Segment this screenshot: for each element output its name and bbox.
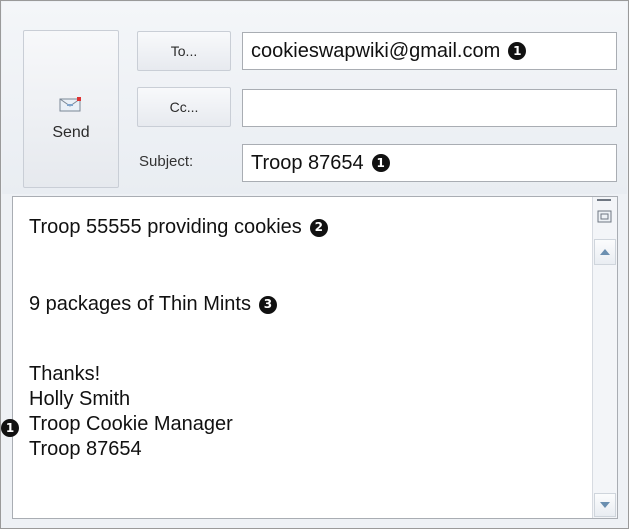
scroll-down-button[interactable] — [594, 493, 616, 517]
message-body[interactable]: Troop 55555 providing cookies 2 9 packag… — [12, 196, 618, 519]
callout-badge: 1 — [1, 419, 19, 437]
compose-window: Send To... Cc... Subject: cookieswapwiki… — [0, 0, 629, 529]
body-line-text: Troop Cookie Manager — [29, 413, 233, 435]
message-body-text: Troop 55555 providing cookies 2 9 packag… — [29, 215, 569, 462]
subject-field-value: Troop 87654 — [251, 151, 364, 174]
send-label: Send — [52, 123, 90, 141]
body-line: Thanks! — [29, 362, 569, 387]
callout-badge: 1 — [371, 154, 390, 172]
to-field-value: cookieswapwiki@gmail.com — [251, 39, 501, 62]
body-line-text: Troop 87654 — [29, 438, 142, 460]
body-line: 9 packages of Thin Mints 3 — [29, 292, 569, 317]
body-line: Troop 55555 providing cookies 2 — [29, 215, 569, 240]
body-line: Holly Smith — [29, 387, 569, 412]
scroll-grip — [597, 199, 611, 201]
card-icon — [597, 209, 613, 230]
body-line: Troop Cookie Manager — [29, 412, 569, 437]
scroll-up-button[interactable] — [594, 239, 616, 265]
body-line-text: Thanks! — [29, 363, 101, 385]
callout-badge: 1 — [508, 42, 527, 60]
body-line-text: Troop 55555 providing cookies — [29, 216, 302, 238]
subject-label: Subject: — [139, 153, 194, 170]
body-line-text: Holly Smith — [29, 388, 131, 410]
vertical-scrollbar[interactable] — [592, 197, 617, 518]
send-button[interactable]: Send — [23, 30, 119, 188]
to-button[interactable]: To... — [137, 31, 231, 71]
subject-field[interactable]: Troop 87654 1 — [242, 144, 617, 182]
envelope-icon — [59, 96, 83, 118]
cc-button[interactable]: Cc... — [137, 87, 231, 127]
body-line: Troop 87654 — [29, 437, 569, 462]
triangle-up-icon — [599, 243, 611, 261]
to-field[interactable]: cookieswapwiki@gmail.com 1 — [242, 32, 617, 70]
body-line-text: 9 packages of Thin Mints — [29, 293, 251, 315]
callout-badge: 2 — [309, 218, 328, 237]
cc-field[interactable] — [242, 89, 617, 127]
triangle-down-icon — [599, 496, 611, 514]
callout-badge: 3 — [258, 295, 277, 314]
